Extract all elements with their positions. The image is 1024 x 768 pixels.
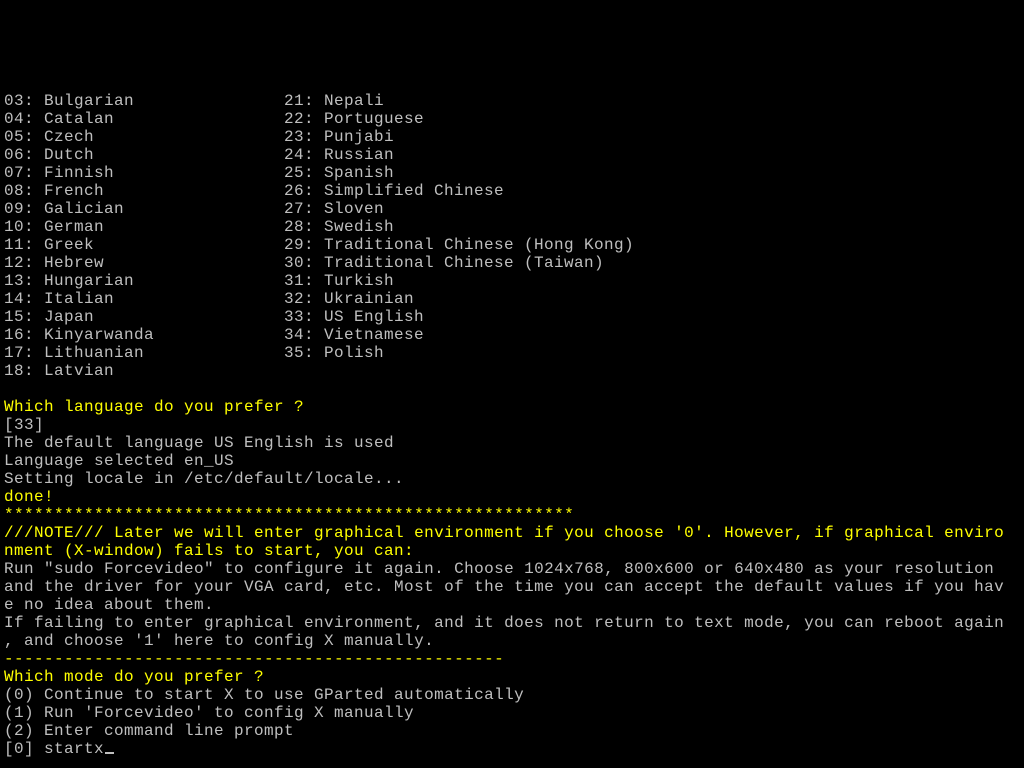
lang-item: 03: Bulgarian xyxy=(4,92,134,110)
lang-item: 22: Portuguese xyxy=(284,110,424,128)
help-line: , and choose '1' here to config X manual… xyxy=(4,632,434,650)
lang-item: 09: Galician xyxy=(4,200,124,218)
separator-stars: ****************************************… xyxy=(4,506,574,524)
lang-item: 04: Catalan xyxy=(4,110,114,128)
lang-item: 33: US English xyxy=(284,308,424,326)
help-line: and the driver for your VGA card, etc. M… xyxy=(4,578,1004,596)
language-input: [33] xyxy=(4,416,44,434)
lang-item: 06: Dutch xyxy=(4,146,94,164)
language-prompt: Which language do you prefer ? xyxy=(4,398,304,416)
lang-item: 29: Traditional Chinese (Hong Kong) xyxy=(284,236,634,254)
lang-item: 05: Czech xyxy=(4,128,94,146)
done-marker: done! xyxy=(4,488,54,506)
separator-dashes: ----------------------------------------… xyxy=(4,650,504,668)
lang-item: 24: Russian xyxy=(284,146,394,164)
lang-item: 27: Sloven xyxy=(284,200,384,218)
lang-item: 14: Italian xyxy=(4,290,114,308)
status-line: Setting locale in /etc/default/locale... xyxy=(4,470,404,488)
cursor-icon xyxy=(105,752,114,754)
lang-item: 35: Polish xyxy=(284,344,384,362)
status-line: The default language US English is used xyxy=(4,434,394,452)
mode-prompt: Which mode do you prefer ? xyxy=(4,668,264,686)
language-list: 03: Bulgarian 04: Catalan 05: Czech 06: … xyxy=(4,92,1020,380)
lang-item: 13: Hungarian xyxy=(4,272,134,290)
lang-item: 30: Traditional Chinese (Taiwan) xyxy=(284,254,604,272)
note-line: ///NOTE/// Later we will enter graphical… xyxy=(4,524,1004,542)
lang-item: 32: Ukrainian xyxy=(284,290,414,308)
lang-item: 25: Spanish xyxy=(284,164,394,182)
lang-item: 08: French xyxy=(4,182,104,200)
help-line: If failing to enter graphical environmen… xyxy=(4,614,1004,632)
status-line: Language selected en_US xyxy=(4,452,234,470)
language-column-2: 21: Nepali 22: Portuguese 23: Punjabi 24… xyxy=(284,92,564,380)
language-column-1: 03: Bulgarian 04: Catalan 05: Czech 06: … xyxy=(4,92,284,380)
lang-item: 16: Kinyarwanda xyxy=(4,326,154,344)
lang-item: 28: Swedish xyxy=(284,218,394,236)
lang-item: 34: Vietnamese xyxy=(284,326,424,344)
lang-item: 15: Japan xyxy=(4,308,94,326)
mode-input[interactable]: [0] startx xyxy=(4,740,104,758)
lang-item: 07: Finnish xyxy=(4,164,114,182)
lang-item: 12: Hebrew xyxy=(4,254,104,272)
lang-item: 21: Nepali xyxy=(284,92,384,110)
lang-item: 18: Latvian xyxy=(4,362,114,380)
lang-item: 31: Turkish xyxy=(284,272,394,290)
mode-option-1: (1) Run 'Forcevideo' to config X manuall… xyxy=(4,704,414,722)
mode-option-2: (2) Enter command line prompt xyxy=(4,722,294,740)
help-line: e no idea about them. xyxy=(4,596,214,614)
lang-item: 11: Greek xyxy=(4,236,94,254)
lang-item: 26: Simplified Chinese xyxy=(284,182,504,200)
mode-option-0: (0) Continue to start X to use GParted a… xyxy=(4,686,524,704)
lang-item: 10: German xyxy=(4,218,104,236)
note-line: nment (X-window) fails to start, you can… xyxy=(4,542,414,560)
lang-item: 17: Lithuanian xyxy=(4,344,144,362)
terminal-screen[interactable]: 03: Bulgarian 04: Catalan 05: Czech 06: … xyxy=(0,72,1024,760)
lang-item: 23: Punjabi xyxy=(284,128,394,146)
help-line: Run "sudo Forcevideo" to configure it ag… xyxy=(4,560,1004,578)
